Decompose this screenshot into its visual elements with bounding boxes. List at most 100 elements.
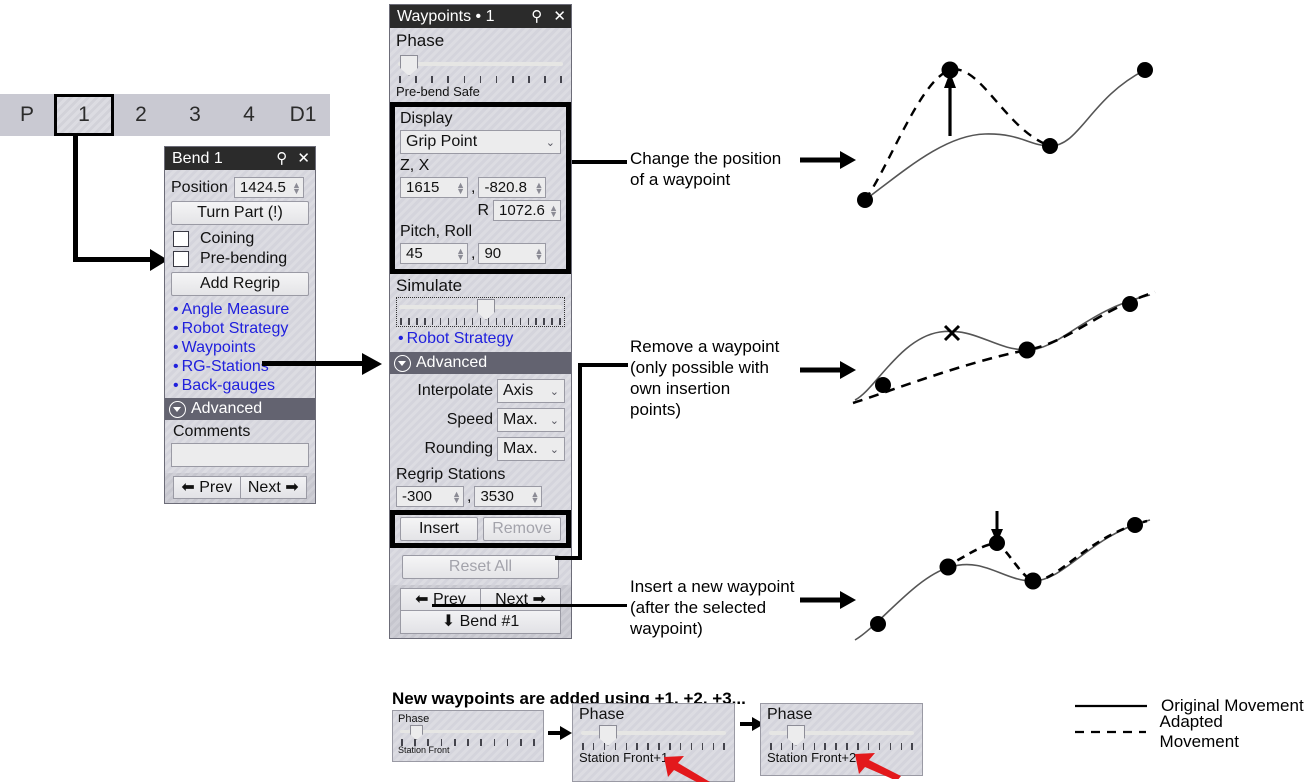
coining-row[interactable]: Coining	[173, 230, 309, 248]
link-waypoints[interactable]: • Waypoints	[173, 339, 309, 357]
close-icon[interactable]: ✕	[553, 8, 567, 25]
mini-phase-slider-2[interactable]	[579, 724, 728, 750]
waypoints-advanced-label: Advanced	[416, 354, 488, 371]
waypoints-panel-body: Phase Pre-bend Safe Display Grip Point ⌄…	[390, 28, 571, 638]
diagram-insert-waypoint	[854, 511, 1151, 641]
mini-phase-panel-1: Phase Station Front	[392, 710, 544, 762]
rounding-row: Rounding Max. ⌄	[396, 437, 565, 461]
add-regrip-button[interactable]: Add Regrip	[171, 272, 309, 296]
mini-arrow-1	[548, 726, 572, 740]
display-label: Display	[400, 110, 453, 127]
tab-3[interactable]: 3	[168, 94, 222, 136]
rounding-select[interactable]: Max. ⌄	[497, 437, 565, 461]
reset-all-button: Reset All	[402, 555, 559, 579]
mini-slider-ticks-3	[770, 743, 913, 750]
legend-item-adapted: Adapted Movement	[1075, 712, 1304, 751]
comments-input[interactable]	[171, 443, 309, 467]
link-angle-measure[interactable]: • Angle Measure	[173, 301, 309, 319]
phase-slider-ticks	[399, 76, 562, 83]
phase-slider-thumb[interactable]	[400, 55, 418, 76]
tab-P[interactable]: P	[0, 94, 54, 136]
bend-advanced-label: Advanced	[191, 400, 263, 417]
mini-phase-slider-1[interactable]	[398, 725, 538, 746]
roll-stepper[interactable]: 90 ▲ ▼	[478, 243, 547, 264]
chevron-down-icon: ⌄	[545, 136, 555, 149]
chevron-down-icon: ⌄	[549, 443, 559, 456]
pitch-value: 45	[406, 245, 423, 262]
coining-checkbox[interactable]	[173, 231, 189, 247]
connector-tab-to-bend-vertical	[73, 136, 78, 262]
mini-phase-label-3: Phase	[767, 706, 813, 723]
callout-line-insert-horizontal	[432, 604, 627, 607]
x-stepper[interactable]: -820.8 ▲ ▼	[478, 177, 547, 198]
prebending-checkbox[interactable]	[173, 251, 189, 267]
zx-label: Z, X	[400, 157, 430, 174]
waypoints-prev-button[interactable]: ⬅ Prev	[400, 588, 480, 611]
turn-part-button[interactable]: Turn Part (!)	[171, 201, 309, 225]
speed-row: Speed Max. ⌄	[396, 408, 565, 432]
legend: Original Movement Adapted Movement	[1075, 693, 1304, 751]
position-stepper[interactable]: 1424.5 ▲ ▼	[233, 177, 304, 198]
regrip-a-stepper[interactable]: -300 ▲ ▼	[396, 486, 464, 507]
pitch-stepper[interactable]: 45 ▲ ▼	[400, 243, 468, 264]
tab-D1[interactable]: D1	[276, 94, 330, 136]
bend-nav-label: Bend #1	[459, 613, 520, 630]
phase-label: Phase	[396, 31, 445, 50]
bend-advanced-section-header[interactable]: Advanced	[165, 398, 315, 420]
comments-label: Comments	[173, 423, 251, 440]
position-row: Position 1424.5 ▲ ▼	[171, 177, 309, 198]
bend-panel-titlebar[interactable]: Bend 1 ⚲ ✕	[165, 147, 315, 170]
mini-phase-slider-3[interactable]	[767, 724, 916, 750]
x-value: -820.8	[484, 179, 527, 196]
simulate-slider-thumb[interactable]	[477, 299, 495, 320]
interpolate-value: Axis	[503, 382, 534, 399]
r-stepper[interactable]: 1072.6 ▲ ▼	[493, 200, 561, 221]
legend-label-adapted: Adapted Movement	[1159, 712, 1239, 751]
annotation-remove-waypoint: Remove a waypoint (only possible with ow…	[630, 336, 820, 420]
mini-slider-ticks-2	[582, 743, 725, 750]
interpolate-row: Interpolate Axis ⌄	[396, 379, 565, 403]
link-back-gauges[interactable]: • Back-gauges	[173, 377, 309, 395]
link-waypoints-label: Waypoints	[181, 339, 256, 356]
waypoints-next-button[interactable]: Next ➡	[480, 588, 561, 611]
pin-icon[interactable]: ⚲	[531, 8, 543, 25]
waypoints-panel-title: Waypoints • 1	[397, 8, 495, 25]
bend-prev-button[interactable]: ⬅ Prev	[173, 476, 240, 499]
speed-label: Speed	[446, 411, 493, 428]
simulate-slider[interactable]	[396, 297, 565, 327]
link-robot-strategy[interactable]: • Robot Strategy	[173, 320, 309, 338]
link-back-gauges-label: Back-gauges	[181, 377, 275, 394]
waypoints-panel-titlebar[interactable]: Waypoints • 1 ⚲ ✕	[390, 5, 571, 28]
prebending-row[interactable]: Pre-bending	[173, 250, 309, 268]
close-icon[interactable]: ✕	[297, 150, 311, 167]
prebending-label: Pre-bending	[200, 250, 288, 267]
tab-1[interactable]: 1	[54, 94, 114, 136]
waypoints-advanced-section-header[interactable]: Advanced	[390, 352, 571, 374]
annotation-change-position-text: Change the position of a waypoint	[630, 149, 782, 189]
tab-2[interactable]: 2	[114, 94, 168, 136]
insert-remove-highlight-box: Insert Remove	[390, 510, 571, 548]
link-robot-strategy-label: Robot Strategy	[181, 320, 289, 337]
zx-row: 1615 ▲ ▼ , -820.8 ▲ ▼	[400, 177, 561, 198]
mini-slider-ticks-1	[401, 739, 535, 746]
connector-waypoints-link	[262, 361, 366, 366]
bend-sequence-tabs[interactable]: P 1 2 3 4 D1	[0, 94, 330, 136]
tab-4[interactable]: 4	[222, 94, 276, 136]
z-stepper[interactable]: 1615 ▲ ▼	[400, 177, 468, 198]
annotation-change-position: Change the position of a waypoint	[630, 148, 810, 190]
phase-slider[interactable]	[396, 53, 565, 83]
mini-slider-thumb-1[interactable]	[410, 725, 423, 740]
insert-button[interactable]: Insert	[400, 517, 478, 541]
pitch-roll-label: Pitch, Roll	[400, 223, 473, 240]
bend-nav-button[interactable]: ⬇ Bend #1	[400, 611, 561, 634]
mini-phase-panel-2: Phase Station Front+1	[572, 703, 735, 782]
speed-select[interactable]: Max. ⌄	[497, 408, 565, 432]
display-select[interactable]: Grip Point ⌄	[400, 130, 561, 154]
diagram-change-position	[857, 61, 1153, 208]
link-robot-strategy-waypoints[interactable]: • Robot Strategy	[398, 330, 565, 348]
interpolate-select[interactable]: Axis ⌄	[497, 379, 565, 403]
remove-button: Remove	[483, 517, 561, 541]
regrip-b-stepper[interactable]: 3530 ▲ ▼	[474, 486, 543, 507]
pin-icon[interactable]: ⚲	[276, 150, 288, 167]
bend-next-button[interactable]: Next ➡	[239, 476, 307, 499]
